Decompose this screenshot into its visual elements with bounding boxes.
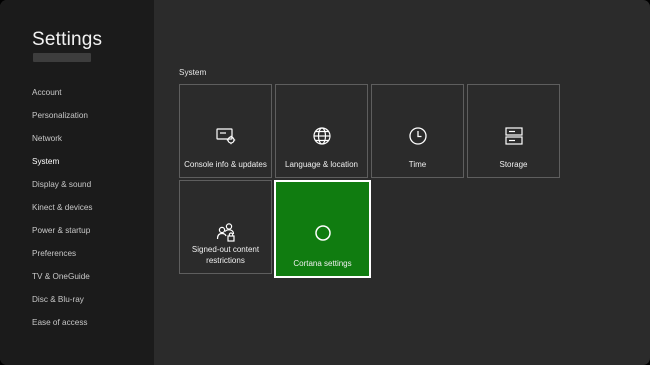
- tile-label: Cortana settings: [293, 259, 352, 268]
- sidebar-item-network[interactable]: Network: [32, 132, 93, 155]
- tile-label: Signed-out content restrictions: [191, 245, 260, 265]
- section-label: System: [179, 68, 207, 77]
- sidebar-item-disc-bluray[interactable]: Disc & Blu-ray: [32, 293, 93, 316]
- page-title: Settings: [32, 29, 103, 50]
- storage-icon: [503, 125, 525, 147]
- sidebar-item-kinect-devices[interactable]: Kinect & devices: [32, 201, 93, 224]
- tile-signed-out-restrictions[interactable]: Signed-out content restrictions: [179, 180, 272, 274]
- sidebar-item-preferences[interactable]: Preferences: [32, 247, 93, 270]
- sidebar-item-ease-of-access[interactable]: Ease of access: [32, 316, 93, 339]
- people-lock-icon: [215, 221, 237, 243]
- tile-language-location[interactable]: Language & location: [275, 84, 368, 178]
- sidebar-item-tv-oneguide[interactable]: TV & OneGuide: [32, 270, 93, 293]
- sidebar-nav: Account Personalization Network System D…: [32, 86, 93, 339]
- console-info-icon: [215, 125, 237, 147]
- tile-label: Time: [408, 160, 427, 169]
- sidebar-item-account[interactable]: Account: [32, 86, 93, 109]
- sidebar-item-system[interactable]: System: [32, 155, 93, 178]
- clock-icon: [407, 125, 429, 147]
- xbox-settings-screen: Settings Account Personalization Network…: [0, 0, 650, 365]
- tile-console-info[interactable]: Console info & updates: [179, 84, 272, 178]
- sidebar-item-personalization[interactable]: Personalization: [32, 109, 93, 132]
- sidebar-item-power-startup[interactable]: Power & startup: [32, 224, 93, 247]
- tile-label: Language & location: [285, 160, 358, 169]
- sidebar-item-display-sound[interactable]: Display & sound: [32, 178, 93, 201]
- globe-icon: [311, 125, 333, 147]
- tile-cortana-settings[interactable]: Cortana settings: [274, 180, 371, 278]
- tile-storage[interactable]: Storage: [467, 84, 560, 178]
- tile-label: Storage: [499, 160, 528, 169]
- cortana-circle-icon: [312, 222, 334, 244]
- sidebar: Settings Account Personalization Network…: [0, 0, 154, 365]
- tile-time[interactable]: Time: [371, 84, 464, 178]
- tile-label: Console info & updates: [184, 160, 267, 169]
- main-panel: System Console info & updates Language &…: [154, 0, 650, 365]
- gamertag-placeholder: [33, 53, 91, 62]
